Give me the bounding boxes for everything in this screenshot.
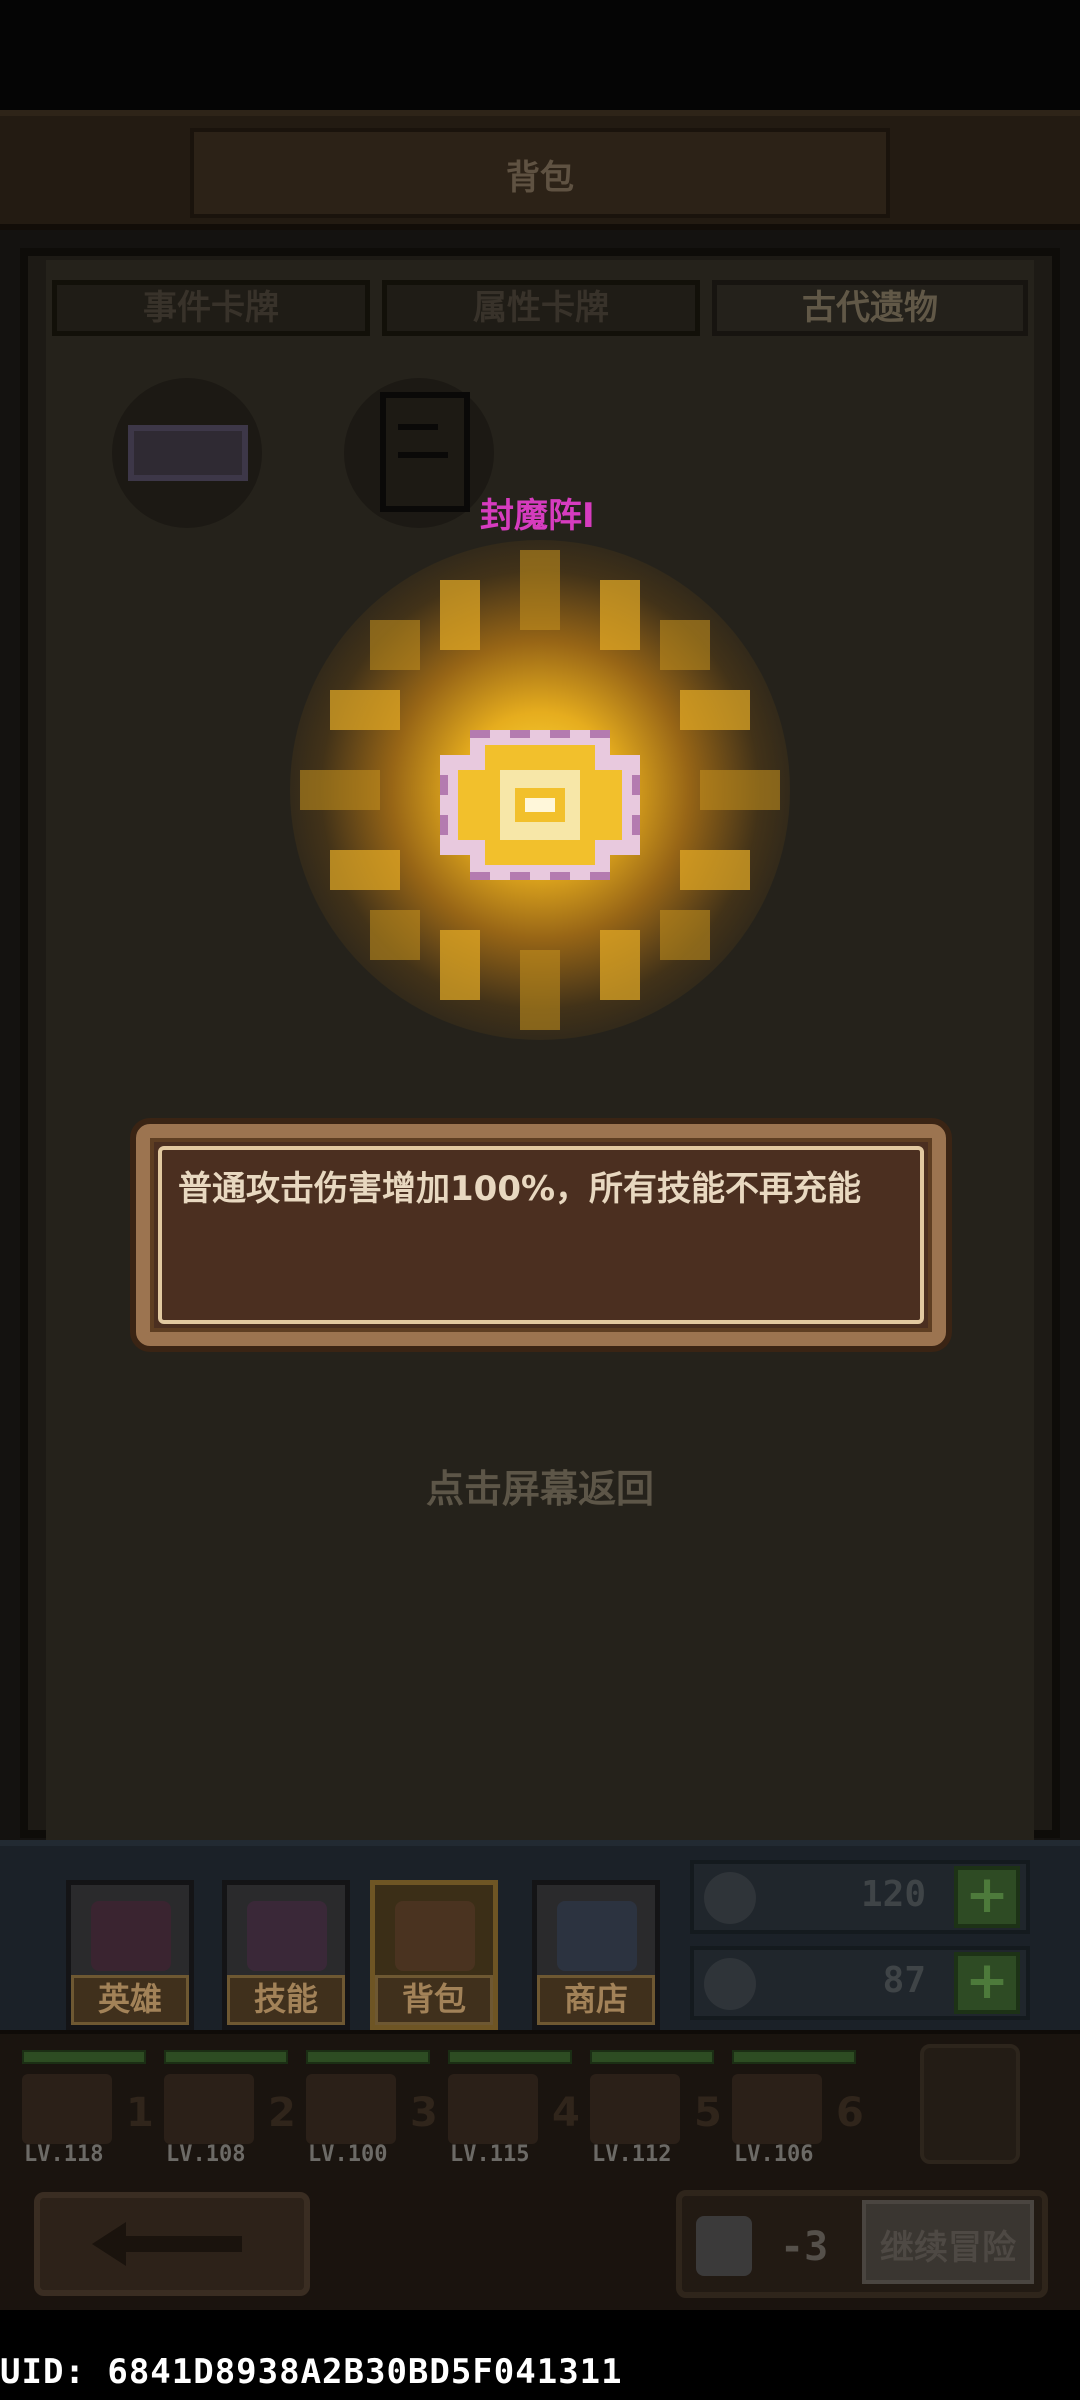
hero-hp-bar [732,2050,856,2064]
hero-slot-number: 2 [268,2090,296,2136]
menu-hero-label: 英雄 [71,1975,189,2025]
continue-cost: -3 [780,2224,829,2270]
hero-portrait [732,2074,822,2144]
add-resource-1-button[interactable]: + [954,1866,1020,1928]
back-arrow-icon [92,2222,242,2266]
tab-event-cards[interactable]: 事件卡牌 [52,280,370,336]
scroll-icon-detail [398,452,448,458]
pet-slot[interactable] [920,2044,1020,2164]
continue-adventure-label[interactable]: 继续冒险 [862,2220,1034,2269]
resource-value-1: 120 [860,1874,926,1915]
hero-level: LV.112 [592,2142,672,2167]
hero-level: LV.106 [734,2142,814,2167]
status-bar [0,0,1080,110]
hero-level: LV.115 [450,2142,530,2167]
menu-skill-label: 技能 [227,1975,345,2025]
hero-icon [91,1901,171,1971]
tab-ancient-relics[interactable]: 古代遗物 [712,280,1028,336]
hero-hp-bar [22,2050,146,2064]
clock-icon [704,1872,756,1924]
hero-slot-number: 3 [410,2090,438,2136]
resource-row-1: 120 + [690,1860,1030,1934]
menu-skill-button[interactable]: 技能 [222,1880,350,2030]
seal-array-relic-icon [440,730,640,880]
hero-portrait [590,2074,680,2144]
seal-relic-icon [128,425,248,481]
menu-bag-button[interactable]: 背包 [370,1880,498,2030]
hero-slot-number: 6 [836,2090,864,2136]
party-hero-3[interactable]: 3 LV.100 [298,2050,438,2170]
add-resource-2-button[interactable]: + [954,1952,1020,2014]
hero-hp-bar [306,2050,430,2064]
party-hero-1[interactable]: 1 LV.118 [14,2050,154,2170]
hero-portrait [306,2074,396,2144]
tap-to-return-hint[interactable]: 点击屏幕返回 [0,1458,1080,1513]
hero-slot-number: 1 [126,2090,154,2136]
resource-row-2: 87 + [690,1946,1030,2020]
bottle-icon [704,1958,756,2010]
party-hero-2[interactable]: 2 LV.108 [156,2050,296,2170]
relic-description: 普通攻击伤害增加100%，所有技能不再充能 [178,1169,862,1209]
resource-value-2: 87 [882,1960,926,2001]
potion-bottle-icon [696,2216,752,2276]
hero-hp-bar [164,2050,288,2064]
hero-level: LV.100 [308,2142,388,2167]
menu-shop-button[interactable]: 商店 [532,1880,660,2030]
bag-icon [395,1901,475,1971]
party-hero-6[interactable]: 6 LV.106 [724,2050,864,2170]
hero-level: LV.118 [24,2142,104,2167]
user-id: UID: 6841D8938A2B30BD5F041311 [0,2352,623,2392]
party-hero-5[interactable]: 5 LV.112 [582,2050,722,2170]
hero-portrait [164,2074,254,2144]
menu-shop-label: 商店 [537,1975,655,2025]
page-title: 背包 [506,158,574,198]
shop-icon [557,1901,637,1971]
hero-hp-bar [448,2050,572,2064]
tab-attribute-cards[interactable]: 属性卡牌 [382,280,700,336]
relic-name: 封魔阵I [480,496,595,536]
party-hero-4[interactable]: 4 LV.115 [440,2050,580,2170]
hero-portrait [448,2074,538,2144]
hero-hp-bar [590,2050,714,2064]
menu-hero-button[interactable]: 英雄 [66,1880,194,2030]
menu-bag-label: 背包 [375,1975,493,2025]
hero-slot-number: 5 [694,2090,722,2136]
hero-slot-number: 4 [552,2090,580,2136]
scroll-icon-detail [398,424,438,430]
skill-icon [247,1901,327,1971]
hero-portrait [22,2074,112,2144]
hero-level: LV.108 [166,2142,246,2167]
